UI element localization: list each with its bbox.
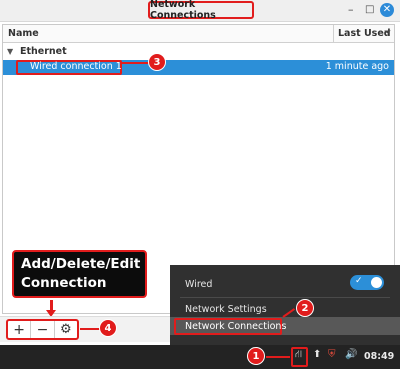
group-row-ethernet[interactable]: ▼ Ethernet: [3, 46, 394, 59]
annotation-connector: [266, 356, 290, 358]
annotation-marker-2: 2: [296, 299, 314, 317]
taskbar: ⛙ ⬆ ⛨ 🔊 08:49: [0, 345, 400, 369]
menu-item-network-settings[interactable]: Network Settings: [185, 304, 267, 315]
annotation-connector: [121, 62, 149, 64]
annotation-marker-1: 1: [247, 347, 265, 365]
toolbar-button-group: + − ⚙: [6, 319, 79, 340]
close-icon[interactable]: ✕: [380, 3, 394, 17]
list-item-connection[interactable]: Wired connection 1 1 minute ago: [3, 60, 394, 75]
annotation-callout: Add/Delete/Edit Connection: [12, 250, 147, 298]
clock[interactable]: 08:49: [364, 351, 394, 362]
window-titlebar: Network Connections – □ ✕: [0, 0, 400, 22]
connection-name: Wired connection 1: [30, 61, 122, 72]
wired-toggle-switch[interactable]: ✓: [350, 275, 384, 290]
annotation-connector: [80, 328, 100, 330]
group-label: Ethernet: [20, 46, 67, 57]
sort-descending-icon[interactable]: ⏷: [384, 28, 391, 38]
connection-last-used: 1 minute ago: [325, 61, 389, 72]
maximize-icon[interactable]: □: [365, 3, 374, 17]
window-title: Network Connections: [148, 0, 254, 21]
delete-connection-button[interactable]: −: [31, 321, 55, 338]
expand-arrow-icon[interactable]: ▼: [7, 47, 13, 56]
callout-line: Add/Delete/Edit: [21, 256, 141, 272]
column-header-name[interactable]: Name: [8, 28, 39, 39]
shield-icon[interactable]: ⛨: [328, 349, 336, 360]
check-icon: ✓: [355, 276, 363, 286]
menu-item-network-connections[interactable]: Network Connections: [185, 321, 286, 332]
menu-divider: [180, 297, 390, 298]
volume-icon[interactable]: 🔊: [345, 349, 357, 360]
column-divider[interactable]: [333, 25, 334, 43]
add-connection-button[interactable]: +: [8, 321, 32, 338]
minimize-icon[interactable]: –: [348, 3, 354, 17]
annotation-marker-4: 4: [99, 319, 117, 337]
callout-line: Connection: [21, 275, 107, 291]
column-header-last-used[interactable]: Last Used: [338, 28, 391, 39]
toggle-knob: [371, 277, 382, 288]
edit-connection-gear-icon[interactable]: ⚙: [55, 321, 77, 338]
list-header: Name Last Used ⏷: [3, 25, 394, 43]
network-menu-popup: Wired ✓ Network Settings Network Connect…: [170, 265, 400, 345]
menu-item-wired-label: Wired: [185, 279, 213, 290]
annotation-marker-3: 3: [148, 53, 166, 71]
network-icon[interactable]: ⛙: [295, 349, 302, 362]
update-icon[interactable]: ⬆: [313, 349, 321, 360]
